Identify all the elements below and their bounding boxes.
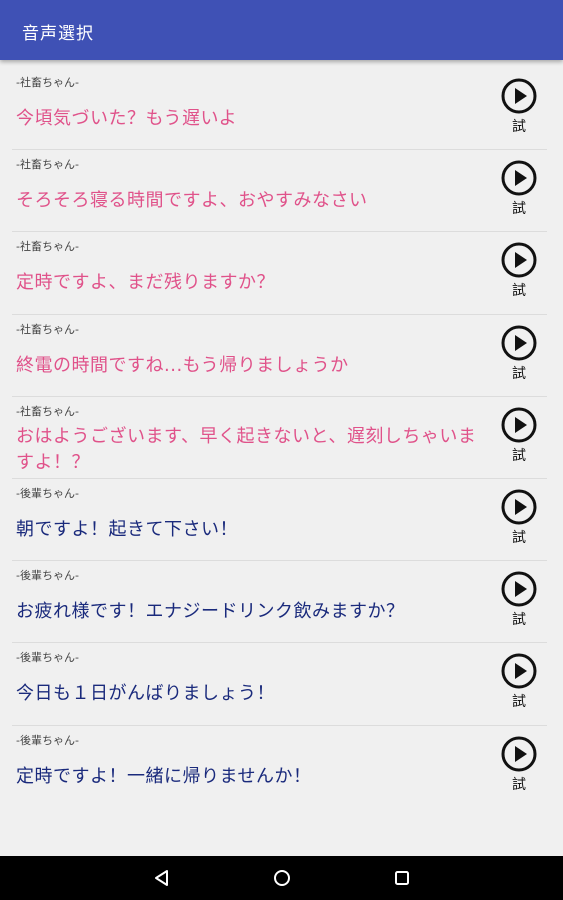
page-title: 音声選択 bbox=[22, 24, 94, 44]
play-circle-icon bbox=[501, 489, 537, 525]
list-item: -社畜ちゃん- そろそろ寝る時間ですよ、おやすみなさい 試 bbox=[12, 150, 547, 233]
voice-line: 今日も１日がんばりましょう！ bbox=[16, 683, 275, 705]
voice-list: -社畜ちゃん- 今頃気づいた？もう遅いよ 試 -社畜ちゃん- そろそろ寝る時間で… bbox=[0, 68, 563, 808]
voice-line: おはようございます、早く起きないと、遅刻しちゃいますよ！？ bbox=[16, 425, 477, 473]
voice-line: 朝ですよ！起きて下さい！ bbox=[16, 518, 238, 540]
recents-button[interactable] bbox=[392, 868, 412, 888]
try-play-button[interactable]: 試 bbox=[499, 325, 539, 383]
home-icon bbox=[274, 870, 290, 886]
list-item: -社畜ちゃん- 定時ですよ、まだ残りますか？ 試 bbox=[12, 232, 547, 315]
voice-line: 定時ですよ！一緒に帰りませんか！ bbox=[16, 765, 312, 787]
try-play-button[interactable]: 試 bbox=[499, 489, 539, 547]
try-play-button[interactable]: 試 bbox=[499, 407, 539, 465]
speaker-label: -後輩ちゃん- bbox=[16, 569, 79, 583]
play-circle-icon bbox=[501, 653, 537, 689]
play-circle-icon bbox=[501, 325, 537, 361]
list-item: -後輩ちゃん- 朝ですよ！起きて下さい！ 試 bbox=[12, 479, 547, 562]
try-play-button[interactable]: 試 bbox=[499, 242, 539, 300]
system-nav-bar bbox=[0, 856, 563, 900]
try-play-button[interactable]: 試 bbox=[499, 160, 539, 218]
speaker-label: -社畜ちゃん- bbox=[16, 404, 79, 418]
play-circle-icon bbox=[501, 160, 537, 196]
list-item: -後輩ちゃん- 定時ですよ！一緒に帰りませんか！ 試 bbox=[12, 726, 547, 808]
speaker-label: -後輩ちゃん- bbox=[16, 651, 79, 665]
recents-icon bbox=[395, 871, 409, 885]
try-play-button[interactable]: 試 bbox=[499, 736, 539, 794]
play-circle-icon bbox=[501, 78, 537, 114]
list-item: -社畜ちゃん- 終電の時間ですね...もう帰りましょうか 試 bbox=[12, 315, 547, 397]
try-play-button[interactable]: 試 bbox=[499, 78, 539, 136]
speaker-label: -社畜ちゃん- bbox=[16, 76, 79, 89]
try-label: 試 bbox=[512, 529, 526, 546]
try-play-button[interactable]: 試 bbox=[499, 653, 539, 711]
play-circle-icon bbox=[501, 736, 537, 771]
speaker-label: -後輩ちゃん- bbox=[16, 486, 79, 500]
play-circle-icon bbox=[501, 571, 537, 607]
app-bar: 音声選択 bbox=[0, 0, 563, 60]
list-item: -社畜ちゃん- 今頃気づいた？もう遅いよ 試 bbox=[12, 68, 547, 151]
voice-line: そろそろ寝る時間ですよ、おやすみなさい bbox=[16, 190, 368, 212]
play-circle-icon bbox=[501, 407, 537, 443]
list-item: -後輩ちゃん- 今日も１日がんばりましょう！ 試 bbox=[12, 643, 547, 726]
try-label: 試 bbox=[512, 612, 526, 629]
try-label: 試 bbox=[512, 447, 526, 464]
voice-line: 定時ですよ、まだ残りますか？ bbox=[16, 272, 275, 294]
back-button[interactable] bbox=[152, 868, 172, 888]
list-item: -社畜ちゃん- おはようございます、早く起きないと、遅刻しちゃいますよ！？ 試 bbox=[12, 397, 547, 479]
voice-line: 終電の時間ですね...もう帰りましょうか bbox=[16, 354, 349, 376]
speaker-label: -社畜ちゃん- bbox=[16, 322, 79, 336]
home-button[interactable] bbox=[272, 868, 292, 888]
try-label: 試 bbox=[512, 694, 526, 711]
voice-line: お疲れ様です！エナジードリンク飲みますか？ bbox=[16, 601, 405, 623]
play-circle-icon bbox=[501, 242, 537, 278]
try-label: 試 bbox=[512, 201, 526, 218]
speaker-label: -社畜ちゃん- bbox=[16, 158, 79, 172]
try-label: 試 bbox=[512, 283, 526, 300]
try-label: 試 bbox=[512, 365, 526, 382]
speaker-label: -後輩ちゃん- bbox=[16, 733, 79, 747]
try-play-button[interactable]: 試 bbox=[499, 571, 539, 629]
try-label: 試 bbox=[512, 776, 526, 793]
voice-line: 今頃気づいた？もう遅いよ bbox=[16, 108, 238, 129]
try-label: 試 bbox=[512, 119, 526, 135]
speaker-label: -社畜ちゃん- bbox=[16, 240, 79, 254]
list-item: -後輩ちゃん- お疲れ様です！エナジードリンク飲みますか？ 試 bbox=[12, 561, 547, 644]
back-icon bbox=[155, 870, 168, 886]
